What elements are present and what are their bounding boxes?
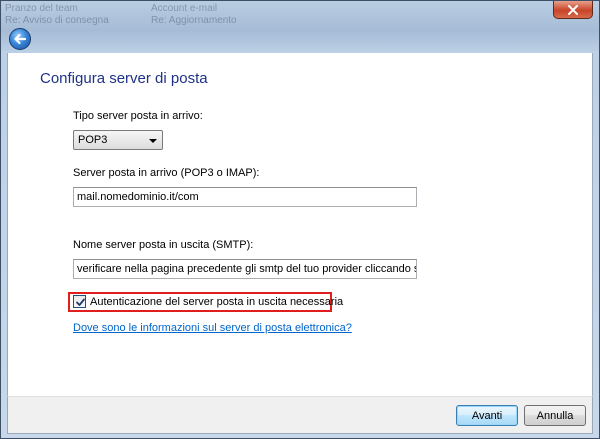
- incoming-server-input[interactable]: mail.nomedominio.it/com: [73, 187, 417, 207]
- server-info-help-link[interactable]: Dove sono le informazioni sul server di …: [73, 322, 352, 334]
- background-window-ghost: Pranzo del team Re: Avviso di consegna A…: [1, 1, 600, 53]
- dialog-content: Configura server di posta Tipo server po…: [7, 53, 593, 396]
- dialog-window: Pranzo del team Re: Avviso di consegna A…: [0, 0, 600, 439]
- page-title: Configura server di posta: [40, 70, 208, 87]
- back-arrow-icon: [14, 33, 27, 45]
- back-button[interactable]: [9, 28, 31, 50]
- incoming-type-value: POP3: [78, 134, 108, 146]
- ghost-title-3: Account e-mail: [151, 3, 218, 14]
- cancel-button[interactable]: Annulla: [524, 405, 586, 426]
- checkmark-icon: [76, 298, 85, 306]
- dialog-footer: Avanti Annulla: [7, 396, 593, 434]
- ghost-title-1: Pranzo del team: [5, 3, 78, 14]
- auth-checkbox-row[interactable]: Autenticazione del server posta in uscit…: [73, 295, 343, 308]
- ghost-title-4: Re: Aggiornamento: [151, 15, 237, 26]
- ghost-title-2: Re: Avviso di consegna: [5, 15, 109, 26]
- outgoing-server-input[interactable]: verificare nella pagina precedente gli s…: [73, 259, 417, 279]
- incoming-type-select[interactable]: POP3: [73, 130, 163, 150]
- incoming-server-label: Server posta in arrivo (POP3 o IMAP):: [73, 167, 260, 179]
- next-button[interactable]: Avanti: [456, 405, 518, 426]
- auth-checkbox-label: Autenticazione del server posta in uscit…: [90, 295, 344, 308]
- auth-checkbox[interactable]: [73, 295, 86, 308]
- close-button[interactable]: [553, 1, 593, 19]
- chevron-down-icon: [149, 139, 157, 143]
- close-icon: [568, 4, 578, 15]
- outgoing-server-label: Nome server posta in uscita (SMTP):: [73, 239, 254, 251]
- incoming-type-label: Tipo server posta in arrivo:: [73, 110, 203, 122]
